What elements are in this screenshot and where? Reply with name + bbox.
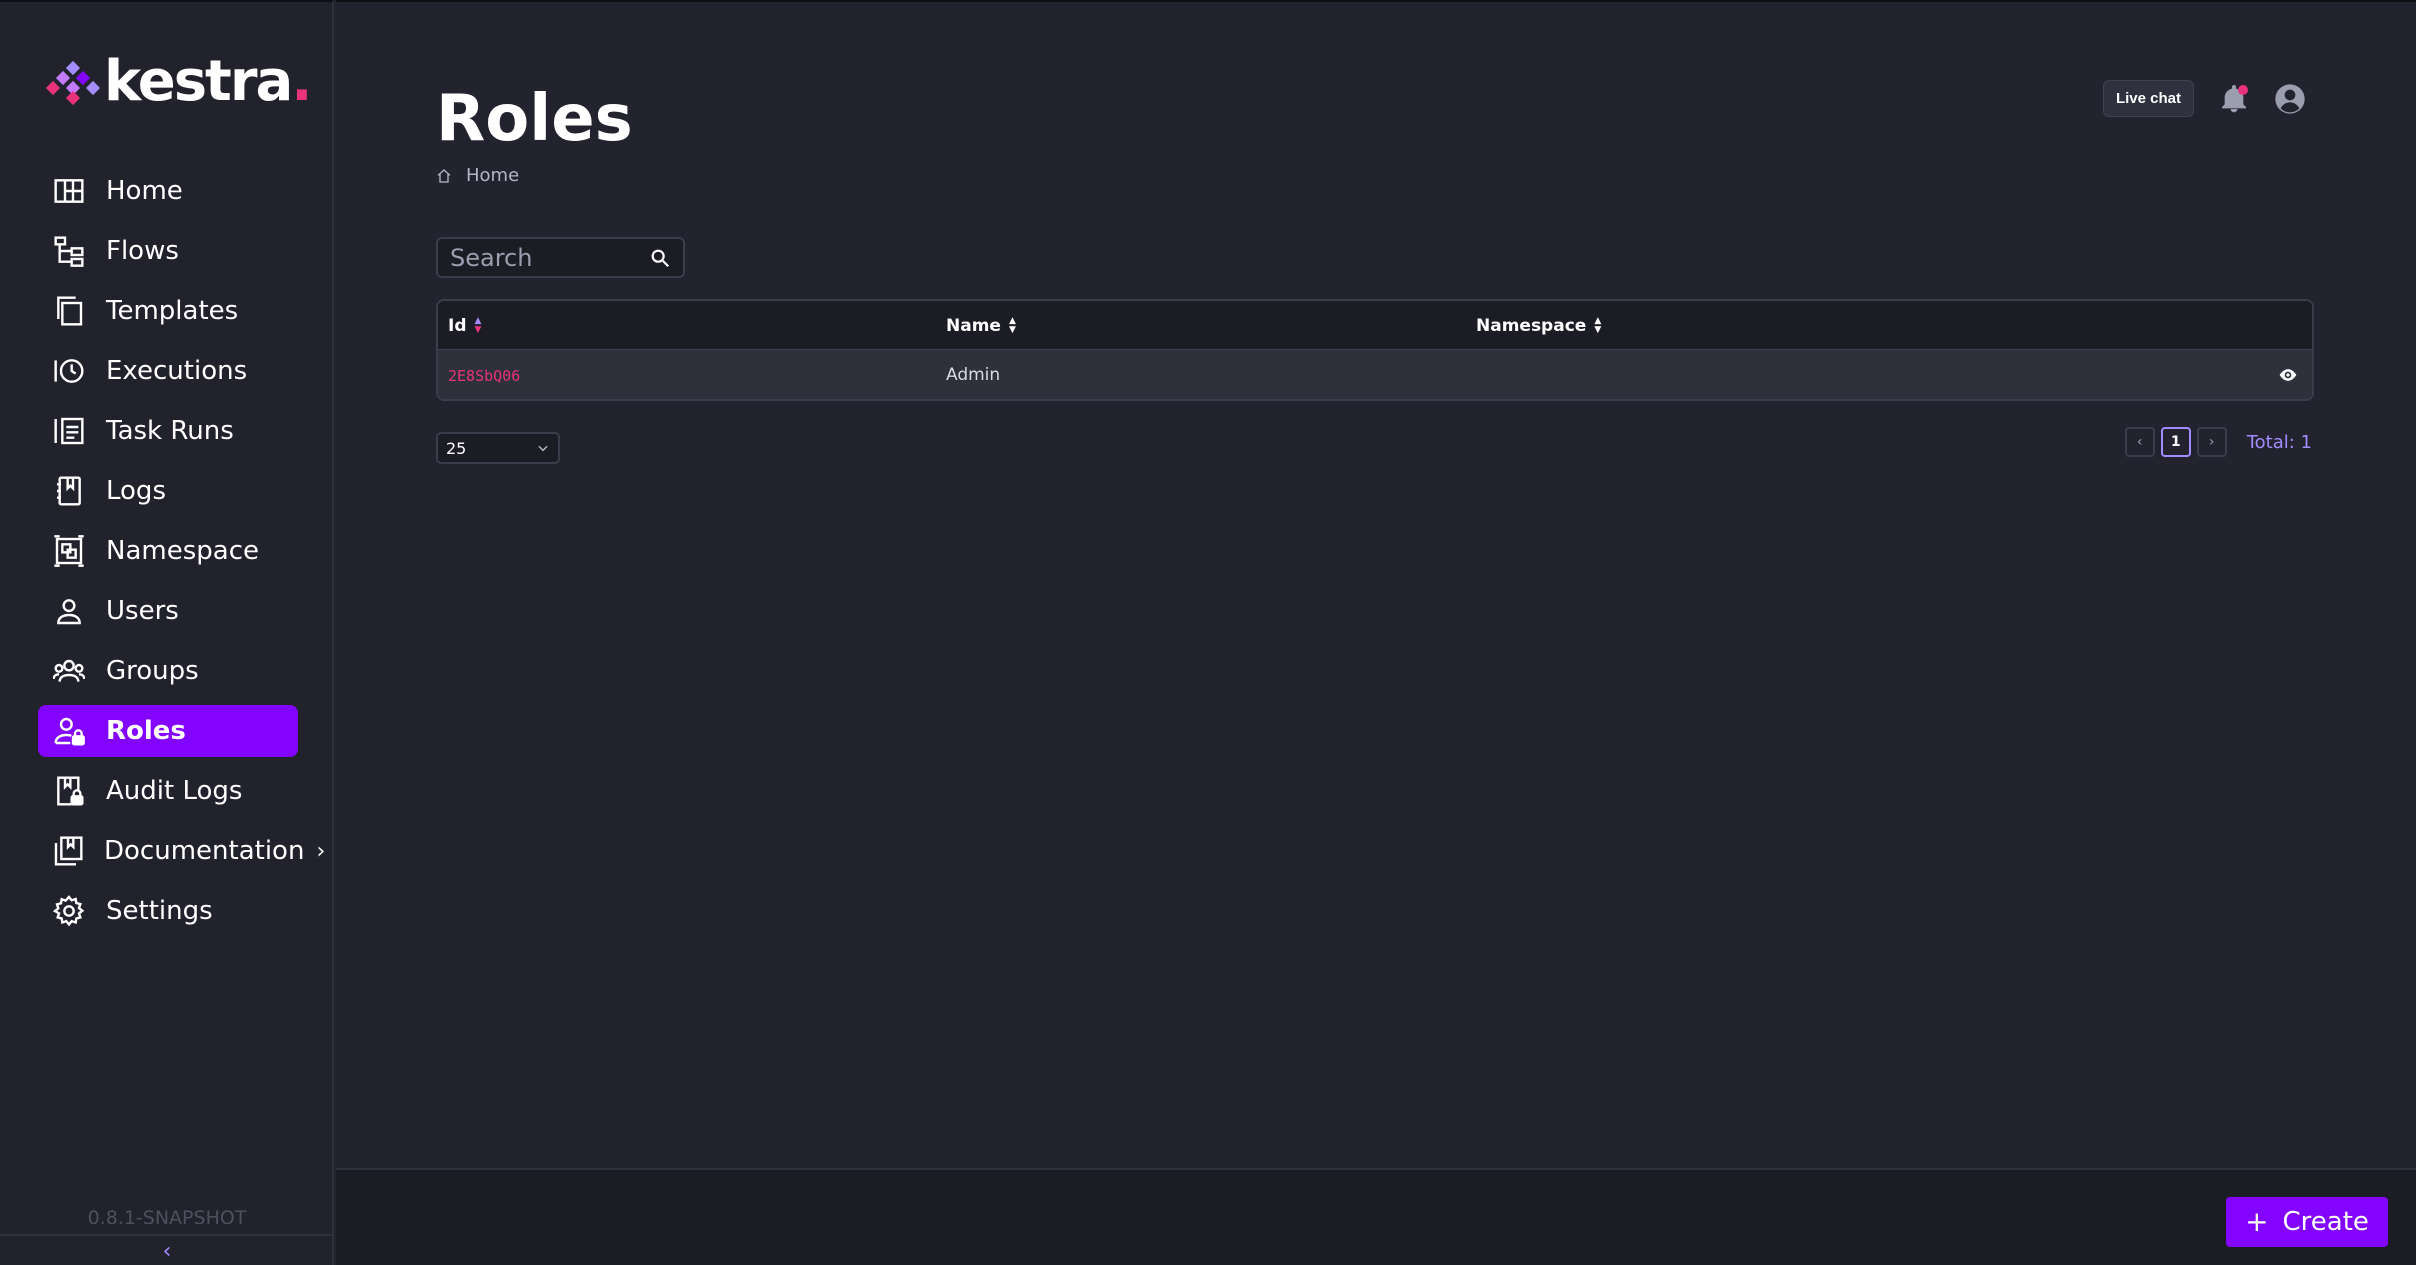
sidebar-item-audit-logs[interactable]: Audit Logs (38, 765, 298, 817)
chevron-left-icon: ‹ (162, 1239, 172, 1264)
kestra-logo-mark (45, 60, 101, 106)
home-icon (52, 174, 86, 208)
sidebar-item-task-runs[interactable]: Task Runs (38, 405, 298, 457)
page-size-select[interactable]: 25 (436, 432, 560, 464)
page-button-current[interactable]: 1 (2160, 427, 2191, 457)
kestra-logo[interactable]: kestra. (45, 49, 313, 114)
gear-icon (52, 894, 86, 928)
templates-icon (52, 294, 86, 328)
sidebar-nav: Home Flows Templates Executions Task Run… (38, 165, 325, 945)
sidebar-item-label: Logs (106, 476, 166, 506)
search-input[interactable] (450, 243, 640, 272)
pagination: ‹ 1 › Total: 1 (2124, 427, 2312, 457)
sidebar-item-namespace[interactable]: Namespace (38, 525, 298, 577)
prev-page-button[interactable]: ‹ (2124, 427, 2155, 457)
bottom-action-bar: + Create (336, 1168, 2416, 1265)
documentation-icon (52, 834, 84, 868)
create-button[interactable]: + Create (2226, 1197, 2388, 1247)
sidebar-item-label: Documentation (104, 836, 305, 866)
sidebar-item-logs[interactable]: Logs (38, 465, 298, 517)
role-name-cell: Admin (946, 365, 1001, 385)
sidebar-item-executions[interactable]: Executions (38, 345, 298, 397)
sidebar-collapse-button[interactable]: ‹ (0, 1234, 334, 1265)
eye-icon[interactable] (2278, 365, 2298, 385)
groups-icon (52, 654, 86, 688)
home-breadcrumb-icon (437, 168, 451, 183)
executions-icon (52, 354, 86, 388)
column-header-id[interactable]: Id ▲ ▼ (448, 316, 481, 336)
task-runs-icon (52, 414, 86, 448)
user-icon (52, 594, 86, 628)
sidebar-item-label: Templates (106, 296, 239, 326)
plus-icon: + (2245, 1205, 2269, 1238)
main-content: Roles Home Live chat Id ▲▼ (336, 0, 2416, 1168)
sidebar-item-label: Namespace (106, 536, 259, 566)
version-label: 0.8.1-SNAPSHOT (87, 1207, 247, 1229)
notification-badge (2238, 84, 2248, 95)
sidebar-item-groups[interactable]: Groups (38, 645, 298, 697)
search-icon[interactable] (649, 247, 671, 269)
sidebar-item-home[interactable]: Home (38, 165, 298, 217)
kestra-wordmark: kestra. (104, 49, 313, 114)
page-size-value: 25 (446, 438, 467, 458)
sidebar-item-roles[interactable]: Roles (38, 705, 298, 757)
sidebar-item-users[interactable]: Users (38, 585, 298, 637)
column-header-name[interactable]: Name ▲ ▼ (946, 316, 1016, 336)
roles-icon (52, 714, 86, 748)
search-box (436, 237, 685, 278)
roles-table: Id ▲ ▼ Name ▲ ▼ Namespace ▲ ▼ 2E8SbQ06 Admi… (436, 299, 2314, 401)
next-page-button[interactable]: › (2196, 427, 2227, 457)
sidebar-item-templates[interactable]: Templates (38, 285, 298, 337)
namespace-icon (52, 534, 86, 568)
breadcrumb-home-link[interactable]: Home (466, 165, 519, 186)
sidebar-item-documentation[interactable]: Documentation › (38, 825, 325, 877)
total-count: Total: 1 (2246, 431, 2312, 453)
column-header-namespace[interactable]: Namespace ▲ ▼ (1476, 316, 1601, 336)
sort-icon: ▲ ▼ (1594, 316, 1602, 335)
sort-icon: ▲ ▼ (474, 316, 482, 335)
live-chat-button[interactable]: Live chat (2102, 80, 2194, 117)
table-header: Id ▲ ▼ Name ▲ ▼ Namespace ▲ ▼ (438, 301, 2312, 349)
sidebar-item-label: Roles (106, 716, 186, 746)
sidebar: kestra. Home Flows Templates Executions … (0, 0, 334, 1265)
sidebar-item-label: Audit Logs (106, 776, 243, 806)
sidebar-item-label: Executions (106, 356, 248, 386)
chevron-down-icon (538, 445, 548, 452)
sidebar-item-label: Groups (106, 656, 199, 686)
sort-icon: ▲ ▼ (1008, 316, 1016, 335)
logs-icon (52, 474, 86, 508)
page-title: Roles (436, 82, 633, 156)
audit-logs-icon (52, 774, 86, 808)
sidebar-item-flows[interactable]: Flows (38, 225, 298, 277)
sidebar-item-settings[interactable]: Settings (38, 885, 298, 937)
app-root: kestra. Home Flows Templates Executions … (0, 0, 2416, 1265)
user-account-icon[interactable] (2274, 83, 2306, 115)
bell-icon[interactable] (2218, 83, 2250, 115)
table-row[interactable]: 2E8SbQ06 Admin (438, 349, 2312, 399)
role-id-cell: 2E8SbQ06 (448, 367, 521, 385)
breadcrumb: Home (436, 165, 519, 186)
top-right-actions: Live chat (2102, 80, 2306, 117)
create-button-label: Create (2282, 1207, 2369, 1237)
chevron-right-icon: › (316, 838, 326, 864)
sidebar-item-label: Settings (106, 896, 213, 926)
flows-icon (52, 234, 86, 268)
sidebar-item-label: Task Runs (106, 416, 234, 446)
sidebar-item-label: Users (106, 596, 179, 626)
sidebar-item-label: Flows (106, 236, 179, 266)
sidebar-item-label: Home (106, 176, 183, 206)
